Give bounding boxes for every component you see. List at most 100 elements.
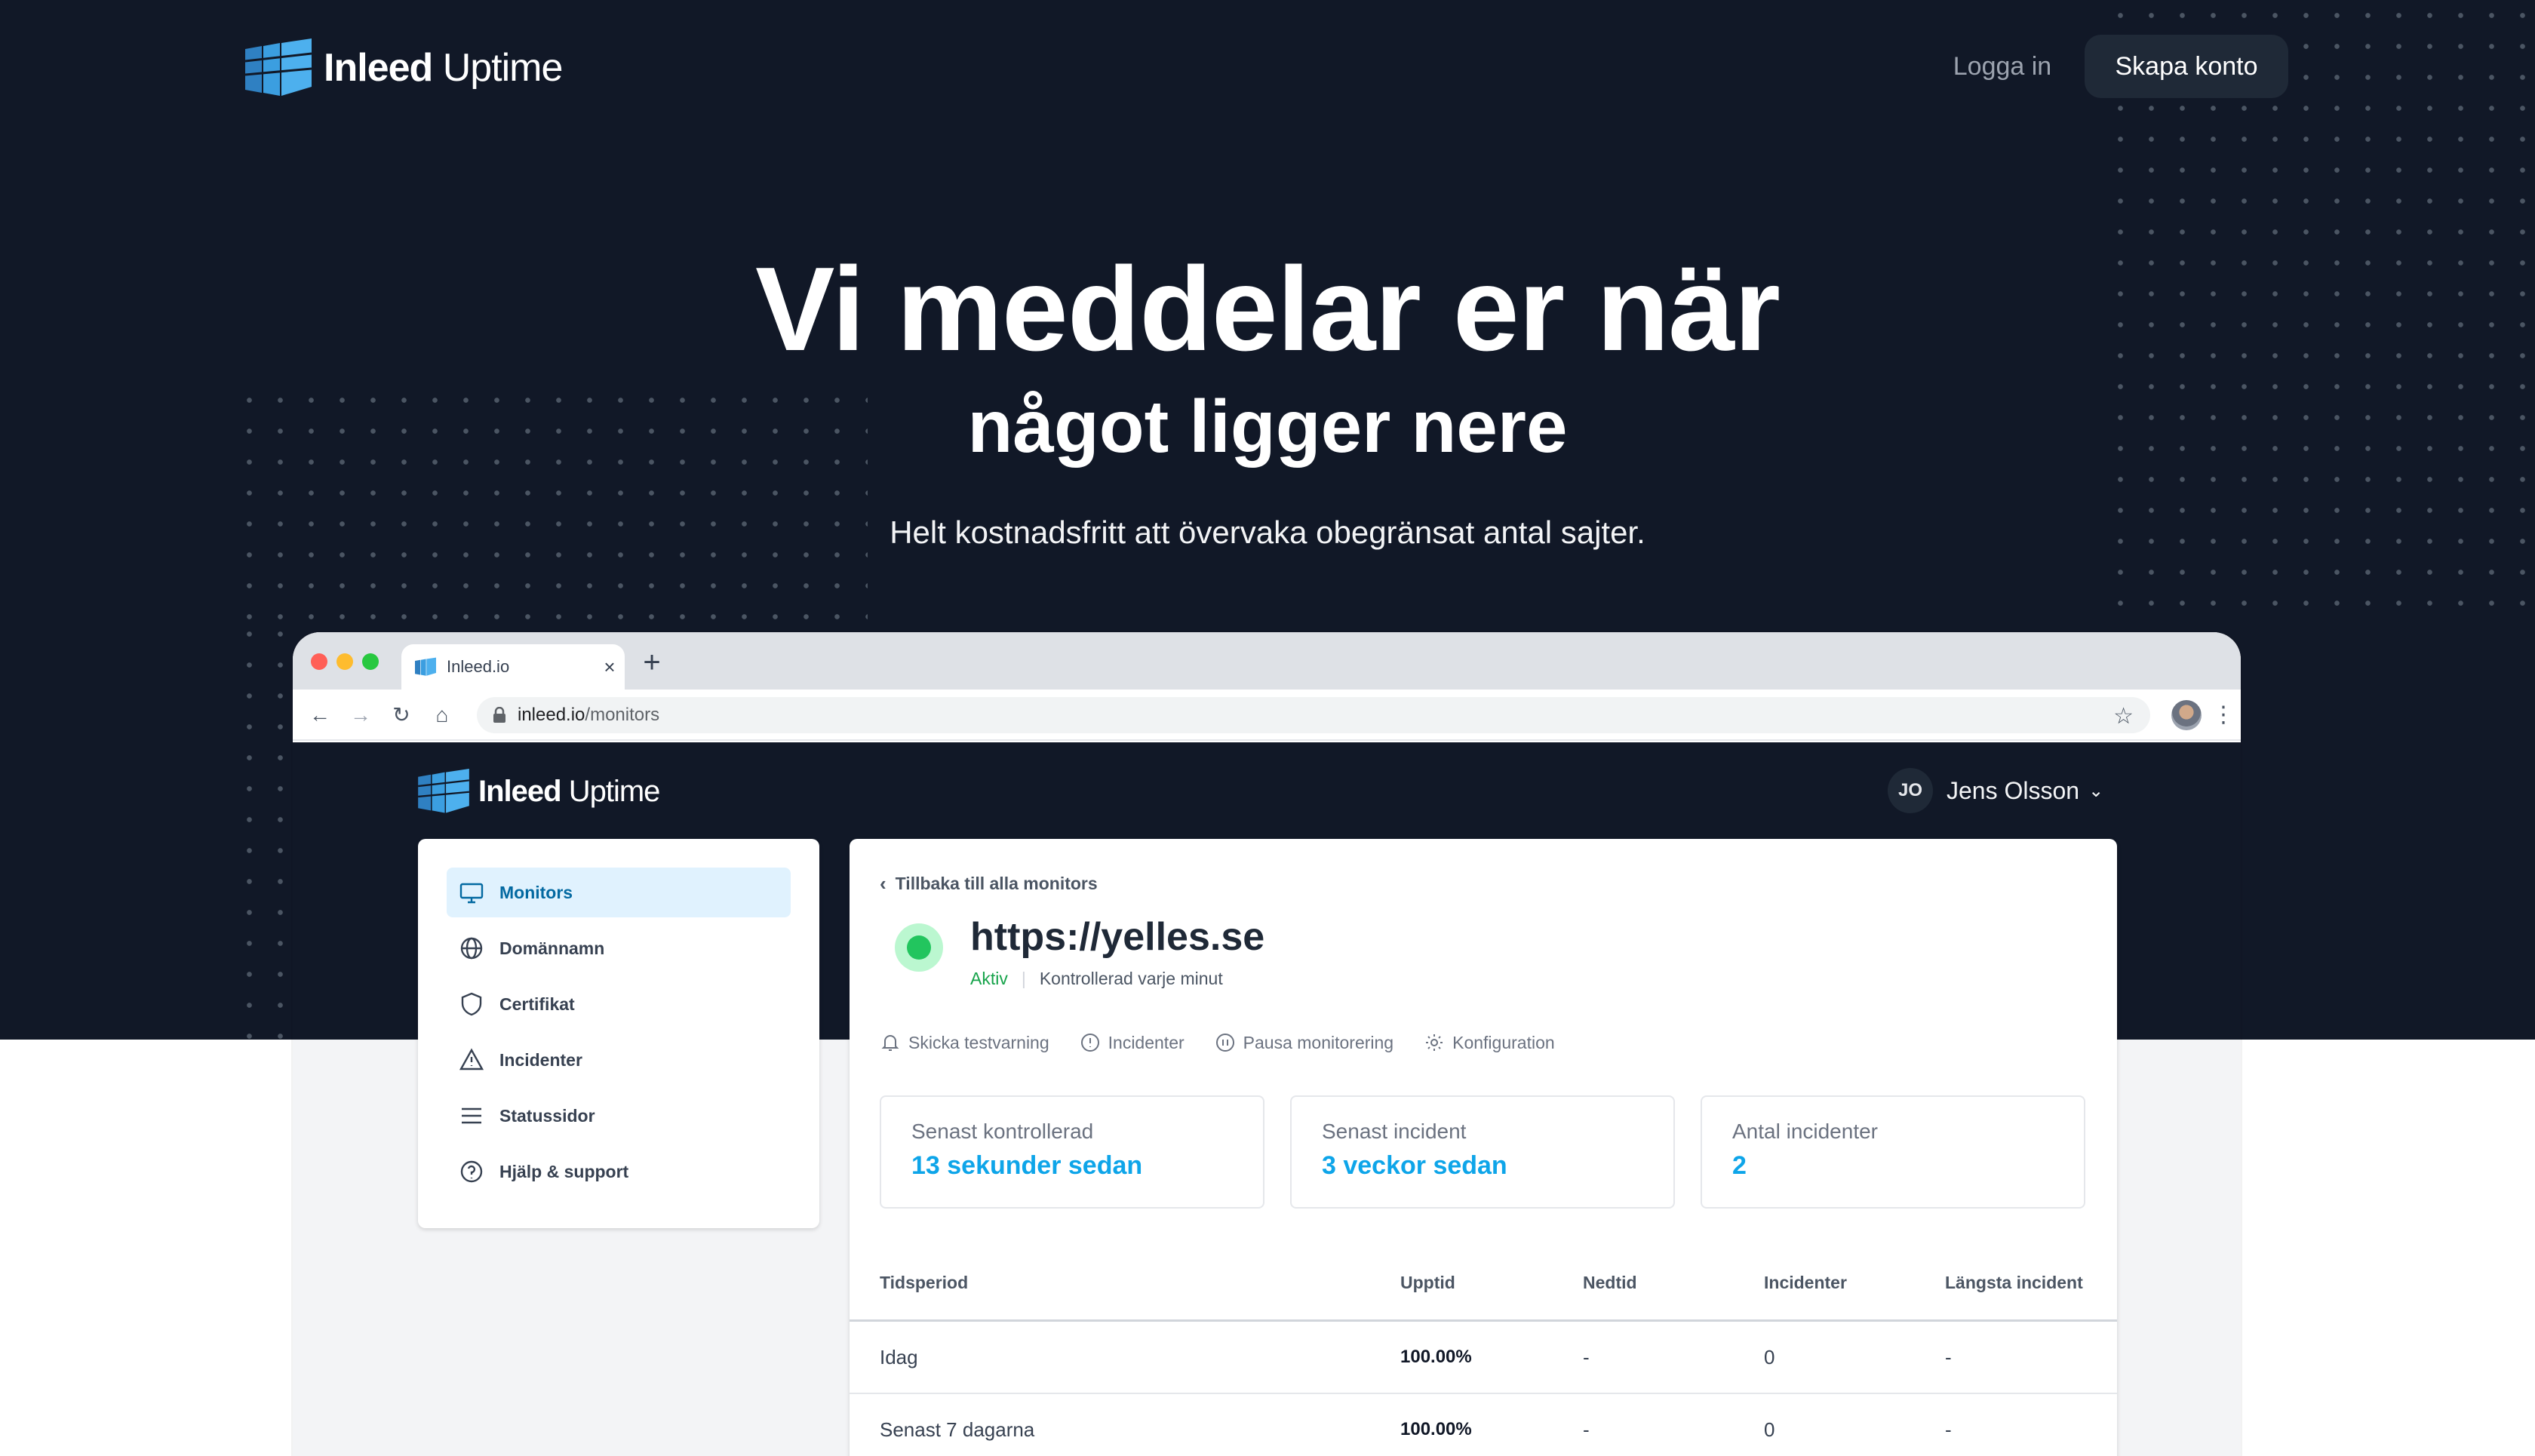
signup-button[interactable]: Skapa konto xyxy=(2085,35,2288,98)
dot-pattern xyxy=(234,619,294,1040)
user-menu[interactable]: JO Jens Olsson ⌄ xyxy=(1888,766,2103,815)
help-icon xyxy=(460,1160,483,1183)
table-cell: - xyxy=(1583,1418,1590,1441)
close-window-icon[interactable] xyxy=(311,653,327,670)
monitor-actions: Skicka testvarning Incidenter Pausa moni… xyxy=(880,1032,1555,1053)
hero-tagline: Helt kostnadsfritt att övervaka obegräns… xyxy=(890,515,1645,550)
bell-icon xyxy=(881,1035,899,1051)
sidebar-item-monitors[interactable]: Monitors xyxy=(447,868,791,917)
send-test-alert-button[interactable]: Skicka testvarning xyxy=(880,1032,1049,1053)
monitor-url: https://yelles.se xyxy=(970,915,1265,959)
sidebar-item-incidents[interactable]: Incidenter xyxy=(447,1035,791,1085)
column-header: Incidenter xyxy=(1764,1273,1847,1292)
app-logo[interactable]: Inleed Uptime xyxy=(418,768,660,815)
home-icon[interactable]: ⌂ xyxy=(429,702,456,729)
column-header: Upptid xyxy=(1400,1273,1455,1292)
uptime-table: Tidsperiod Upptid Nedtid Incidenter Läng… xyxy=(850,1246,2117,1456)
globe-icon xyxy=(460,937,483,960)
forward-arrow-icon[interactable]: → xyxy=(347,702,374,729)
table-cell: 0 xyxy=(1764,1418,1775,1441)
status-indicator-icon xyxy=(895,923,943,972)
incidents-button[interactable]: Incidenter xyxy=(1080,1032,1185,1053)
table-row: Idag 100.00% - 0 - xyxy=(850,1322,2117,1394)
status-badge: Aktiv xyxy=(970,969,1008,988)
column-header: Längsta incident xyxy=(1945,1273,2083,1292)
new-tab-icon[interactable]: + xyxy=(637,647,667,677)
info-icon xyxy=(1080,1034,1099,1052)
monitor-status-line: Aktiv | Kontrollerad varje minut xyxy=(970,969,1223,989)
shield-icon xyxy=(461,992,482,1016)
url-path: /monitors xyxy=(585,705,660,725)
site-logo[interactable]: Inleed Uptime xyxy=(245,38,563,98)
back-to-monitors-link[interactable]: ‹ Tillbaka till alla monitors xyxy=(880,872,1098,895)
lock-icon xyxy=(493,707,505,723)
table-cell: - xyxy=(1945,1345,1952,1368)
sidebar-item-label: Incidenter xyxy=(499,1049,582,1070)
table-cell: 100.00% xyxy=(1400,1347,1472,1367)
bookmark-star-icon[interactable]: ☆ xyxy=(2113,703,2134,730)
column-header: Nedtid xyxy=(1583,1273,1637,1292)
hero-title: Vi meddelar er när xyxy=(755,243,1781,376)
hero-subtitle: något ligger nere xyxy=(967,385,1568,468)
action-label: Skicka testvarning xyxy=(908,1032,1049,1052)
browser-tab[interactable]: Inleed.io × xyxy=(401,644,625,690)
stat-last-checked: Senast kontrollerad 13 sekunder sedan xyxy=(880,1095,1264,1209)
sidebar-item-status-pages[interactable]: Statussidor xyxy=(447,1091,791,1141)
stat-value: 13 sekunder sedan xyxy=(911,1151,1143,1180)
browser-menu-icon[interactable]: ⋮ xyxy=(2212,700,2235,730)
action-label: Konfiguration xyxy=(1452,1032,1555,1052)
browser-mockup: Inleed.io × + ← → ↻ ⌂ inleed.io/monitors… xyxy=(293,632,2241,1456)
url-host: inleed.io xyxy=(518,705,585,725)
stat-value: 2 xyxy=(1732,1151,1747,1180)
table-row: Senast 7 dagarna 100.00% - 0 - xyxy=(850,1394,2117,1456)
check-frequency: Kontrollerad varje minut xyxy=(1039,969,1223,988)
monitor-detail-panel: ‹ Tillbaka till alla monitors https://ye… xyxy=(850,839,2117,1456)
sidebar-item-label: Domännamn xyxy=(499,938,605,958)
action-label: Pausa monitorering xyxy=(1243,1032,1394,1052)
logo-text: Inleed Uptime xyxy=(478,774,660,808)
divider: | xyxy=(1021,969,1026,988)
back-link-label: Tillbaka till alla monitors xyxy=(895,874,1098,893)
maximize-window-icon[interactable] xyxy=(362,653,379,670)
sidebar-item-certificates[interactable]: Certifikat xyxy=(447,979,791,1029)
browser-profile-avatar[interactable] xyxy=(2171,700,2202,730)
warning-icon xyxy=(459,1048,484,1070)
tab-title: Inleed.io xyxy=(447,657,510,676)
reload-icon[interactable]: ↻ xyxy=(388,702,415,729)
sidebar-item-label: Hjälp & support xyxy=(499,1161,629,1181)
login-link[interactable]: Logga in xyxy=(1942,35,2063,98)
configuration-button[interactable]: Konfiguration xyxy=(1424,1032,1555,1053)
stat-value: 3 veckor sedan xyxy=(1322,1151,1507,1180)
pause-monitoring-button[interactable]: Pausa monitorering xyxy=(1215,1032,1393,1053)
url-field[interactable]: inleed.io/monitors ☆ xyxy=(477,697,2150,733)
sidebar-item-label: Monitors xyxy=(499,882,573,902)
table-cell: 100.00% xyxy=(1400,1419,1472,1439)
stat-label: Senast kontrollerad xyxy=(911,1120,1094,1143)
stat-label: Senast incident xyxy=(1322,1120,1467,1143)
table-cell: - xyxy=(1583,1345,1590,1368)
back-arrow-icon[interactable]: ← xyxy=(306,702,333,729)
user-name: Jens Olsson xyxy=(1947,776,2080,804)
column-header: Tidsperiod xyxy=(880,1273,969,1292)
minimize-window-icon[interactable] xyxy=(336,653,353,670)
gear-icon xyxy=(1426,1034,1443,1051)
favicon-icon xyxy=(415,657,436,676)
monitor-icon xyxy=(459,883,484,904)
action-label: Incidenter xyxy=(1108,1032,1185,1052)
logo-mark-icon xyxy=(245,38,312,96)
logo-text: Inleed Uptime xyxy=(324,46,563,90)
table-cell: Idag xyxy=(880,1345,918,1368)
chevron-down-icon: ⌄ xyxy=(2088,780,2104,801)
browser-tab-bar: Inleed.io × + xyxy=(293,632,2241,690)
table-cell: 0 xyxy=(1764,1345,1775,1368)
stat-label: Antal incidenter xyxy=(1732,1120,1879,1143)
tab-close-icon[interactable]: × xyxy=(595,656,625,679)
sidebar-item-domains[interactable]: Domännamn xyxy=(447,923,791,973)
sidebar-item-label: Certifikat xyxy=(499,994,575,1014)
table-cell: - xyxy=(1945,1418,1952,1441)
table-cell: Senast 7 dagarna xyxy=(880,1418,1035,1441)
sidebar-item-help[interactable]: Hjälp & support xyxy=(447,1147,791,1196)
logo-mark-icon xyxy=(418,769,469,813)
browser-address-bar: ← → ↻ ⌂ inleed.io/monitors ☆ ⋮ xyxy=(293,690,2241,741)
pause-icon xyxy=(1215,1034,1234,1052)
